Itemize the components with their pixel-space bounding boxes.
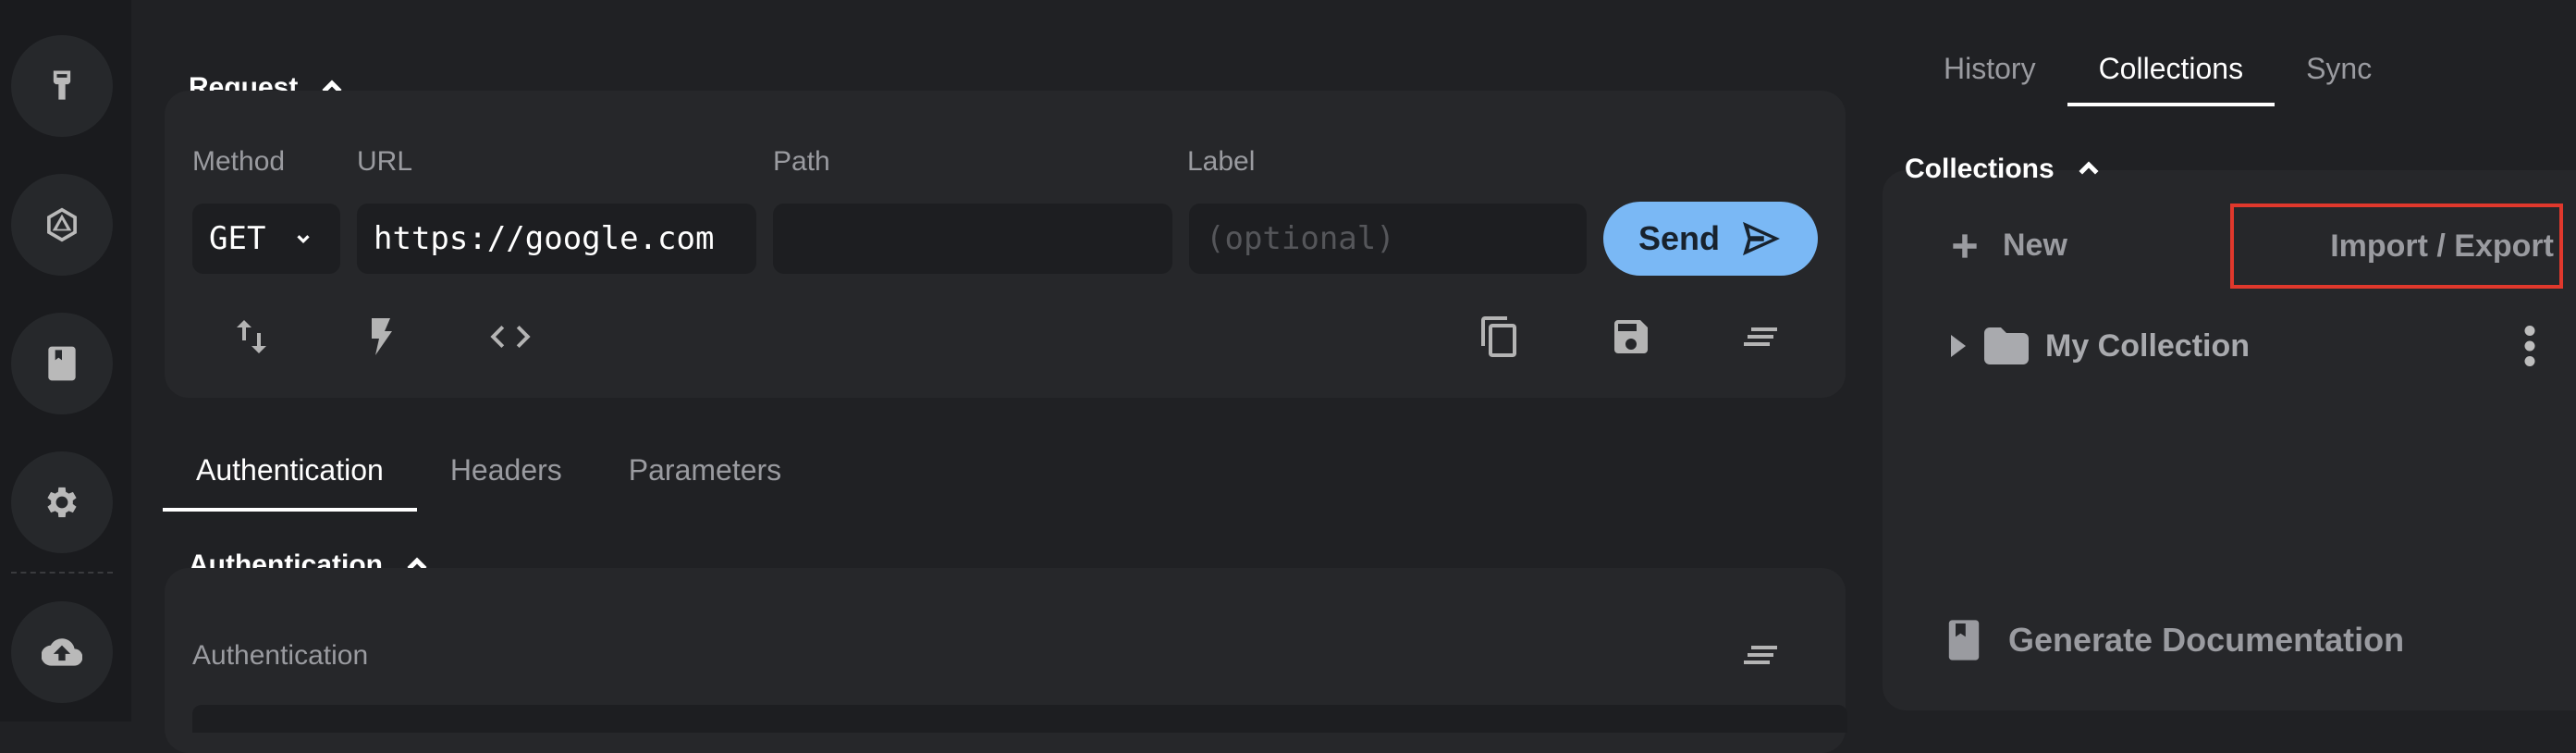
book-icon: [1948, 620, 1980, 660]
sidebar-divider: [11, 572, 113, 574]
save-button[interactable]: [1609, 315, 1653, 359]
url-input[interactable]: https://google.com: [357, 204, 756, 274]
sidebar-settings-button[interactable]: [11, 451, 113, 553]
chevron-down-icon: [297, 235, 311, 244]
collection-item[interactable]: My Collection: [1949, 320, 2559, 372]
auth-input-top[interactable]: [192, 705, 1847, 733]
plug-icon: [53, 70, 71, 100]
label-label: Label: [1187, 146, 1256, 177]
url-label: URL: [357, 146, 413, 177]
copy-button[interactable]: [1478, 315, 1522, 359]
clear-button[interactable]: [1738, 315, 1783, 359]
sidebar-rest-button[interactable]: [11, 35, 113, 137]
tab-headers[interactable]: Headers: [417, 435, 595, 512]
generate-docs-label: Generate Documentation: [2008, 621, 2405, 659]
sidebar-docs-button[interactable]: [11, 313, 113, 414]
label-placeholder: (optional): [1206, 220, 1395, 257]
caret-right-icon[interactable]: [1949, 335, 1968, 357]
chevron-up-icon[interactable]: [2075, 155, 2103, 183]
method-label: Method: [192, 146, 286, 177]
new-label: New: [2003, 228, 2067, 263]
path-input[interactable]: [773, 204, 1172, 274]
tab-collections[interactable]: Collections: [2067, 37, 2275, 106]
url-value: https://google.com: [374, 220, 715, 257]
method-value: GET: [209, 220, 266, 257]
prerequest-button[interactable]: [359, 315, 403, 359]
tab-authentication[interactable]: Authentication: [163, 435, 417, 512]
clear-all-icon: [1744, 646, 1777, 664]
graphql-icon: [47, 207, 77, 242]
cloud-upload-icon: [42, 638, 82, 666]
lightning-icon: [372, 318, 392, 355]
code-button[interactable]: [488, 315, 533, 359]
tab-history[interactable]: History: [1912, 37, 2067, 106]
swap-button[interactable]: [229, 315, 274, 359]
path-label: Path: [773, 146, 830, 177]
save-icon: [1614, 320, 1648, 353]
generate-documentation-button[interactable]: Generate Documentation: [1947, 620, 2404, 660]
collections-section-title: Collections: [1905, 154, 2055, 184]
auth-field-label: Authentication: [192, 640, 369, 671]
code-icon: [490, 326, 531, 348]
collection-options-button[interactable]: [2517, 326, 2543, 366]
clear-all-icon: [1744, 327, 1777, 346]
gear-icon: [47, 487, 77, 518]
sidebar-graphql-button[interactable]: [11, 174, 113, 276]
copy-icon: [1481, 316, 1516, 357]
request-tabs: Authentication Headers Parameters: [163, 435, 815, 512]
book-icon: [48, 346, 76, 381]
send-label: Send: [1638, 219, 1720, 257]
icon-sidebar: [0, 0, 131, 722]
folder-icon: [1984, 327, 2029, 364]
collections-section-header[interactable]: Collections: [1905, 154, 2103, 185]
import-export-button[interactable]: Import / Export: [2230, 204, 2563, 289]
send-button[interactable]: Send: [1603, 202, 1818, 276]
import-export-label: Import / Export: [2330, 228, 2554, 264]
new-collection-button[interactable]: New: [1947, 228, 2067, 264]
plus-icon: [1953, 233, 1977, 258]
swap-vertical-icon: [237, 320, 266, 353]
label-input[interactable]: (optional): [1189, 204, 1587, 274]
tab-parameters[interactable]: Parameters: [595, 435, 815, 512]
more-vertical-icon: [2524, 326, 2535, 366]
auth-clear-button[interactable]: [1738, 633, 1783, 677]
sidebar-cloud-button[interactable]: [11, 601, 113, 703]
send-icon: [1743, 221, 1780, 256]
tab-sync[interactable]: Sync: [2275, 37, 2403, 106]
side-tabs: History Collections Sync: [1912, 37, 2403, 106]
collection-name: My Collection: [2045, 327, 2251, 364]
method-select[interactable]: GET: [192, 204, 340, 274]
